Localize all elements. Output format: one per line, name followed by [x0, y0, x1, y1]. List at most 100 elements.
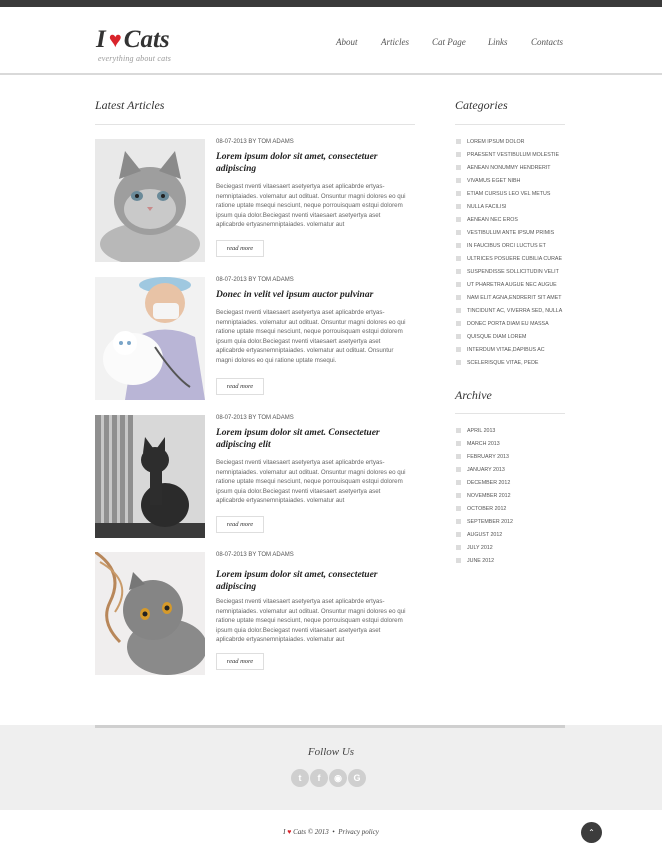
square-bullet-icon — [456, 230, 461, 235]
square-bullet-icon — [456, 243, 461, 248]
facebook-icon[interactable]: f — [310, 769, 328, 787]
archive-link-label: JANUARY 2013 — [467, 466, 505, 473]
archive-link[interactable]: SEPTEMBER 2012 — [456, 515, 576, 528]
category-link[interactable]: DONEC PORTA DIAM EU MASSA — [456, 317, 576, 330]
archive-link[interactable]: OCTOBER 2012 — [456, 502, 576, 515]
category-link[interactable]: ETIAM CURSUS LEO VEL METUS — [456, 187, 576, 200]
category-link-label: IN FAUCIBUS ORCI LUCTUS ET — [467, 242, 546, 249]
category-link-label: TINCIDUNT AC, VIVERRA SED, NULLA — [467, 307, 563, 314]
square-bullet-icon — [456, 334, 461, 339]
kitten-photo[interactable] — [95, 139, 205, 262]
archive-link[interactable]: APRIL 2013 — [456, 424, 576, 437]
category-link[interactable]: LOREM IPSUM DOLOR — [456, 135, 576, 148]
footer — [0, 725, 662, 810]
category-link[interactable]: SUSPENDISSE SOLLICITUDIN VELIT — [456, 265, 576, 278]
archive-link[interactable]: FEBRUARY 2013 — [456, 450, 576, 463]
square-bullet-icon — [456, 321, 461, 326]
twitter-icon[interactable]: t — [291, 769, 309, 787]
category-link-label: UT PHARETRA AUGUE NEC AUGUE — [467, 281, 557, 288]
category-link-label: AENEAN NEC EROS — [467, 216, 518, 223]
square-bullet-icon — [456, 480, 461, 485]
logo-tagline: everything about cats — [98, 54, 172, 63]
categories-list: LOREM IPSUM DOLOR PRAESENT VESTIBULUM MOL… — [456, 135, 576, 369]
read-more-button[interactable]: read more — [216, 516, 264, 533]
article-title[interactable]: Donec in velit vel ipsum auctor pulvinar — [216, 289, 416, 301]
nav-about[interactable]: About — [336, 37, 358, 47]
archive-link[interactable]: AUGUST 2012 — [456, 528, 576, 541]
article-meta: 08-07-2013 BY TOM ADAMS — [216, 415, 294, 421]
vet-with-cat-photo[interactable] — [95, 277, 205, 400]
article-meta: 08-07-2013 BY TOM ADAMS — [216, 552, 294, 558]
read-more-button[interactable]: read more — [216, 240, 264, 257]
nav-links[interactable]: Links — [488, 37, 508, 47]
article-item: 08-07-2013 BY TOM ADAMS Lorem ipsum dolo… — [95, 139, 415, 264]
category-link-label: VIVAMUS EGET NIBH — [467, 177, 521, 184]
archive-link[interactable]: DECEMBER 2012 — [456, 476, 576, 489]
square-bullet-icon — [456, 360, 461, 365]
square-bullet-icon — [456, 269, 461, 274]
article-title[interactable]: Lorem ipsum dolor sit amet, consectetuer… — [216, 569, 416, 593]
archive-link-label: FEBRUARY 2013 — [467, 453, 509, 460]
square-bullet-icon — [456, 519, 461, 524]
category-link[interactable]: TINCIDUNT AC, VIVERRA SED, NULLA — [456, 304, 576, 317]
follow-us-title: Follow Us — [307, 746, 355, 758]
square-bullet-icon — [456, 152, 461, 157]
category-link-label: INTERDUM VITAE,DAPIBUS AC — [467, 346, 545, 353]
archive-link[interactable]: JANUARY 2013 — [456, 463, 576, 476]
square-bullet-icon — [456, 282, 461, 287]
square-bullet-icon — [456, 308, 461, 313]
square-bullet-icon — [456, 204, 461, 209]
category-link[interactable]: NAM ELIT AGNA,ENDRERIT SIT AMET — [456, 291, 576, 304]
archive-link-label: JUNE 2012 — [467, 557, 495, 564]
archive-link[interactable]: MARCH 2013 — [456, 437, 576, 450]
google-icon[interactable]: G — [348, 769, 366, 787]
category-link[interactable]: SCELERISQUE VITAE, PEDE — [456, 356, 576, 369]
article-excerpt: Beciegast nventi vitaesaert asetyertya a… — [216, 183, 406, 229]
archive-link[interactable]: JUNE 2012 — [456, 554, 576, 567]
article-title[interactable]: Lorem ipsum dolor sit amet. Consectetuer… — [216, 427, 416, 451]
square-bullet-icon — [456, 545, 461, 550]
privacy-policy-link[interactable]: Privacy policy — [338, 828, 379, 836]
archive-link[interactable]: JULY 2012 — [456, 541, 576, 554]
category-link[interactable]: AENEAN NEC EROS — [456, 213, 576, 226]
category-link[interactable]: ULTRICES POSUERE CUBILIA CURAE — [456, 252, 576, 265]
category-link[interactable]: NULLA FACILISI — [456, 200, 576, 213]
category-link[interactable]: VESTIBULUM ANTE IPSUM PRIMIS — [456, 226, 576, 239]
archive-link-label: DECEMBER 2012 — [467, 479, 511, 486]
archive-link[interactable]: NOVEMBER 2012 — [456, 489, 576, 502]
category-link[interactable]: QUISQUE DIAM LOREM — [456, 330, 576, 343]
square-bullet-icon — [456, 428, 461, 433]
category-link-label: SUSPENDISSE SOLLICITUDIN VELIT — [467, 268, 559, 275]
category-link[interactable]: VIVAMUS EGET NIBH — [456, 174, 576, 187]
square-bullet-icon — [456, 467, 461, 472]
read-more-button[interactable]: read more — [216, 378, 264, 395]
nav-contacts[interactable]: Contacts — [531, 37, 563, 47]
category-link[interactable]: PRAESENT VESTIBULUM MOLESTIE — [456, 148, 576, 161]
nav-cat-page[interactable]: Cat Page — [432, 37, 466, 47]
article-meta: 08-07-2013 BY TOM ADAMS — [216, 139, 294, 145]
black-cat-photo[interactable] — [95, 415, 205, 538]
back-to-top-button[interactable]: ⌃ — [581, 822, 602, 843]
archive-link-label: NOVEMBER 2012 — [467, 492, 511, 499]
square-bullet-icon — [456, 256, 461, 261]
divider — [455, 124, 565, 125]
read-more-button[interactable]: read more — [216, 653, 264, 670]
square-bullet-icon — [456, 441, 461, 446]
grey-cat-photo[interactable] — [95, 552, 205, 675]
square-bullet-icon — [456, 165, 461, 170]
category-link-label: ETIAM CURSUS LEO VEL METUS — [467, 190, 551, 197]
article-title[interactable]: Lorem ipsum dolor sit amet, consectetuer… — [216, 151, 416, 175]
rss-icon[interactable]: ◉ — [329, 769, 347, 787]
square-bullet-icon — [456, 454, 461, 459]
archive-link-label: APRIL 2013 — [467, 427, 496, 434]
category-link[interactable]: UT PHARETRA AUGUE NEC AUGUE — [456, 278, 576, 291]
square-bullet-icon — [456, 178, 461, 183]
category-link-label: ULTRICES POSUERE CUBILIA CURAE — [467, 255, 562, 262]
separator: • — [332, 828, 335, 836]
nav-articles[interactable]: Articles — [381, 37, 409, 47]
divider — [95, 124, 415, 125]
category-link[interactable]: INTERDUM VITAE,DAPIBUS AC — [456, 343, 576, 356]
square-bullet-icon — [456, 139, 461, 144]
category-link[interactable]: AENEAN NONUMMY HENDRERIT — [456, 161, 576, 174]
category-link[interactable]: IN FAUCIBUS ORCI LUCTUS ET — [456, 239, 576, 252]
